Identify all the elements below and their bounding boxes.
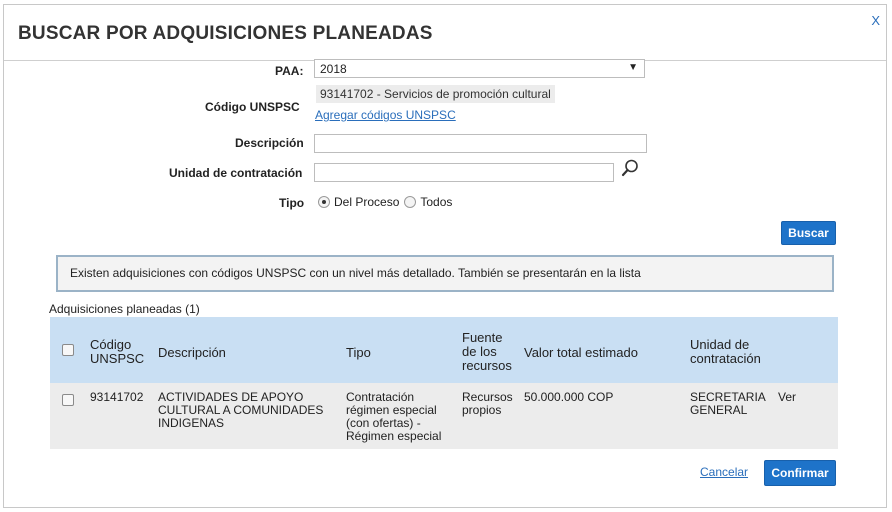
paa-selected-value: 2018 xyxy=(320,62,347,76)
confirm-button[interactable]: Confirmar xyxy=(764,460,836,486)
row-description: ACTIVIDADES DE APOYO CULTURAL A COMUNIDA… xyxy=(158,390,324,430)
description-label: Descripción xyxy=(235,136,304,150)
close-button[interactable]: X xyxy=(871,13,880,28)
col-description-header: Descripción xyxy=(158,345,226,360)
results-title: Adquisiciones planeadas (1) xyxy=(49,302,200,316)
tipo-todos-label: Todos xyxy=(420,195,453,209)
notice-box: Existen adquisiciones con códigos UNSPSC… xyxy=(56,255,834,292)
view-link[interactable]: Ver xyxy=(778,391,796,404)
col-value-header: Valor total estimado xyxy=(524,345,638,360)
row-value: 50.000.000 COP xyxy=(524,390,614,404)
caret-down-icon: ▼ xyxy=(628,62,638,73)
table-header: Código UNSPSC Descripción Tipo Fuente de l… xyxy=(50,317,838,383)
col-code-header: Código UNSPSC xyxy=(90,337,145,366)
tipo-del-proceso-radio[interactable] xyxy=(318,196,330,208)
results-table: Código UNSPSC Descripción Tipo Fuente de l… xyxy=(50,317,838,449)
row-source: Recursos propios xyxy=(462,390,513,417)
row-type: Contratación régimen especial (con ofert… xyxy=(346,390,442,443)
contracting-unit-input[interactable] xyxy=(314,163,614,182)
select-all-checkbox[interactable] xyxy=(62,344,74,356)
cancel-link[interactable]: Cancelar xyxy=(700,465,748,479)
row-unit: SECRETARIA GENERAL xyxy=(690,390,766,417)
description-input[interactable] xyxy=(314,134,647,153)
col-unit-header: Unidad de contratación xyxy=(690,337,761,366)
contracting-unit-label: Unidad de contratación xyxy=(169,166,303,180)
paa-label: PAA: xyxy=(275,64,304,78)
col-type-header: Tipo xyxy=(346,345,371,360)
search-button[interactable]: Buscar xyxy=(781,221,836,245)
col-source-header: Fuente de los recursos xyxy=(462,330,512,373)
row-code: 93141702 xyxy=(90,390,144,404)
unspsc-code-tag: 93141702 - Servicios de promoción cultur… xyxy=(316,85,555,103)
magnifier-icon[interactable] xyxy=(620,158,640,178)
tipo-radio-group: Del Proceso Todos xyxy=(318,195,452,209)
table-row: 93141702 ACTIVIDADES DE APOYO CULTURAL A… xyxy=(50,383,838,449)
dialog-title: BUSCAR POR ADQUISICIONES PLANEADAS xyxy=(18,23,433,44)
tipo-del-proceso-label: Del Proceso xyxy=(334,195,400,209)
tipo-todos-radio[interactable] xyxy=(404,196,417,208)
tipo-label: Tipo xyxy=(279,196,305,210)
row-checkbox[interactable] xyxy=(62,394,74,406)
paa-select[interactable]: 2018 ▼ xyxy=(314,59,645,78)
unspsc-label: Código UNSPSC xyxy=(205,100,300,114)
add-unspsc-codes-link[interactable]: Agregar códigos UNSPSC xyxy=(315,108,456,122)
